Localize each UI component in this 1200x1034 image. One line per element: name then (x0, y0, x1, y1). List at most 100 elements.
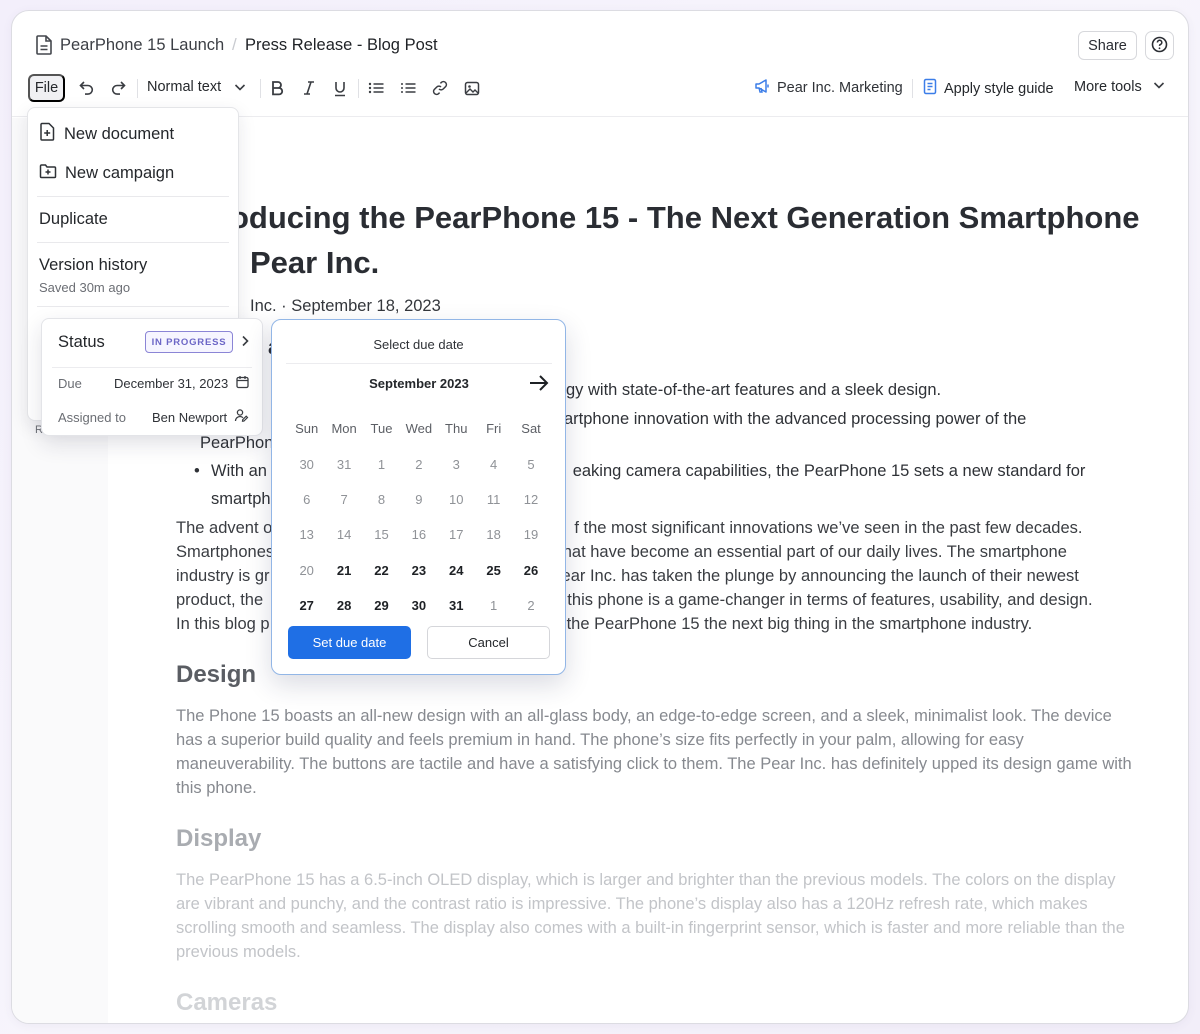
chevron-down-icon[interactable] (233, 80, 247, 99)
cameras-heading: Cameras (176, 989, 278, 1016)
saved-timestamp: Saved 30m ago (39, 280, 131, 295)
style-guide-icon (923, 78, 938, 99)
calendar-day[interactable]: 3 (438, 457, 475, 472)
calendar-day[interactable]: 25 (475, 563, 512, 578)
cancel-button[interactable]: Cancel (427, 626, 550, 659)
menu-item-version-history[interactable]: Version history (39, 256, 147, 275)
date-picker-title: Select due date (373, 337, 464, 352)
menu-divider (37, 196, 229, 197)
undo-icon[interactable] (77, 78, 97, 98)
menu-divider (37, 306, 229, 307)
image-icon[interactable] (462, 78, 482, 98)
calendar-day[interactable]: 12 (512, 492, 549, 507)
new-document-icon (39, 122, 56, 146)
calendar-day[interactable]: 16 (400, 527, 437, 542)
calendar-day[interactable]: 30 (288, 457, 325, 472)
underline-icon[interactable] (330, 78, 350, 98)
weekday-label: Sat (521, 421, 541, 437)
redo-icon[interactable] (108, 78, 128, 98)
calendar-day[interactable]: 18 (475, 527, 512, 542)
calendar-icon[interactable] (236, 375, 249, 394)
calendar-day[interactable]: 5 (512, 457, 549, 472)
calendar-day[interactable]: 21 (325, 563, 362, 578)
set-due-date-button[interactable]: Set due date (288, 626, 411, 659)
due-label: Due (58, 376, 82, 391)
menu-item-new-campaign[interactable]: New campaign (39, 163, 174, 184)
month-label: September 2023 (369, 376, 469, 391)
due-date-picker: Select due date September 2023 Sun Mon Tue… (271, 319, 566, 675)
calendar-day[interactable]: 13 (288, 527, 325, 542)
new-campaign-label: New campaign (65, 164, 175, 182)
calendar-day[interactable]: 24 (438, 563, 475, 578)
help-circle-icon (1151, 36, 1168, 56)
weekday-header: Sun Mon Tue Wed Thu Fri Sat (288, 411, 550, 446)
calendar-day[interactable]: 31 (438, 598, 475, 613)
calendar-day[interactable]: 15 (363, 527, 400, 542)
calendar-day[interactable]: 2 (512, 598, 549, 613)
card-divider (52, 367, 252, 368)
brand-label: Pear Inc. Marketing (777, 80, 903, 96)
calendar-day[interactable]: 20 (288, 563, 325, 578)
calendar-day[interactable]: 4 (475, 457, 512, 472)
menu-item-new-document[interactable]: New document (39, 122, 174, 146)
file-menu-button[interactable]: File (28, 74, 65, 102)
weekday-label: Thu (445, 421, 468, 437)
calendar-day[interactable]: 6 (288, 492, 325, 507)
calendar-day[interactable]: 1 (475, 598, 512, 613)
assign-user-icon[interactable] (234, 408, 249, 428)
calendar-day[interactable]: 8 (363, 492, 400, 507)
status-badge[interactable]: IN PROGRESS (145, 331, 233, 353)
calendar-day[interactable]: 11 (475, 492, 512, 507)
assigned-label: Assigned to (58, 410, 126, 425)
assignee-name[interactable]: Ben Newport (152, 410, 227, 425)
chevron-right-icon[interactable] (240, 334, 250, 353)
calendar-day[interactable]: 22 (363, 563, 400, 578)
calendar-day[interactable]: 23 (400, 563, 437, 578)
apply-style-guide-button[interactable]: Apply style guide (923, 78, 1054, 99)
more-tools-dropdown[interactable]: More tools (1074, 78, 1166, 96)
weekday-label: Wed (405, 421, 433, 437)
arrow-right-icon[interactable] (528, 374, 550, 397)
calendar-day[interactable]: 29 (363, 598, 400, 613)
share-button[interactable]: Share (1078, 31, 1137, 60)
calendar-day[interactable]: 31 (325, 457, 362, 472)
byline-text: Inc. · September 18, 2023 (250, 297, 441, 315)
style-guide-label: Apply style guide (944, 80, 1054, 97)
title-line-2: Pear Inc. (250, 245, 380, 280)
calendar-day[interactable]: 30 (400, 598, 437, 613)
breadcrumb-project[interactable]: PearPhone 15 Launch (60, 36, 224, 55)
breadcrumb-document[interactable]: Press Release - Blog Post (245, 36, 438, 55)
calendar-grid: Sun Mon Tue Wed Thu Fri Sat 30 31 1 2 3 4 5 6 7 8 9 10 11 12… (288, 411, 550, 623)
calendar-day[interactable]: 19 (512, 527, 549, 542)
help-button[interactable] (1145, 31, 1174, 60)
numbered-list-icon[interactable] (398, 78, 418, 98)
new-campaign-icon (39, 163, 57, 184)
calendar-day[interactable]: 9 (400, 492, 437, 507)
new-document-label: New document (64, 124, 175, 143)
calendar-day[interactable]: 28 (325, 598, 362, 613)
calendar-day[interactable]: 1 (363, 457, 400, 472)
due-date-value[interactable]: December 31, 2023 (114, 376, 228, 391)
design-paragraph: The Phone 15 boasts an all-new design wi… (176, 707, 1132, 797)
calendar-day[interactable]: 17 (438, 527, 475, 542)
text-style-dropdown[interactable]: Normal text (147, 79, 221, 95)
weekday-label: Tue (370, 421, 393, 437)
calendar-day[interactable]: 2 (400, 457, 437, 472)
brand-selector[interactable]: Pear Inc. Marketing (754, 78, 903, 98)
breadcrumb-separator: / (232, 35, 237, 54)
calendar-day[interactable]: 14 (325, 527, 362, 542)
calendar-day[interactable]: 7 (325, 492, 362, 507)
italic-icon[interactable] (299, 78, 319, 98)
toolbar-divider (260, 79, 261, 98)
calendar-day[interactable]: 27 (288, 598, 325, 613)
bold-icon[interactable] (267, 78, 287, 98)
calendar-day[interactable]: 26 (512, 563, 549, 578)
calendar-week: 20 21 22 23 24 25 26 (288, 553, 550, 588)
calendar-day[interactable]: 10 (438, 492, 475, 507)
document-title[interactable]: oducing the PearPhone 15 - The Next Gene… (188, 195, 1148, 285)
menu-item-duplicate[interactable]: Duplicate (39, 210, 108, 229)
link-icon[interactable] (430, 78, 450, 98)
status-card: Status IN PROGRESS Due December 31, 2023… (41, 318, 263, 436)
bulleted-list-icon[interactable] (366, 78, 386, 98)
toolbar-divider (358, 79, 359, 98)
